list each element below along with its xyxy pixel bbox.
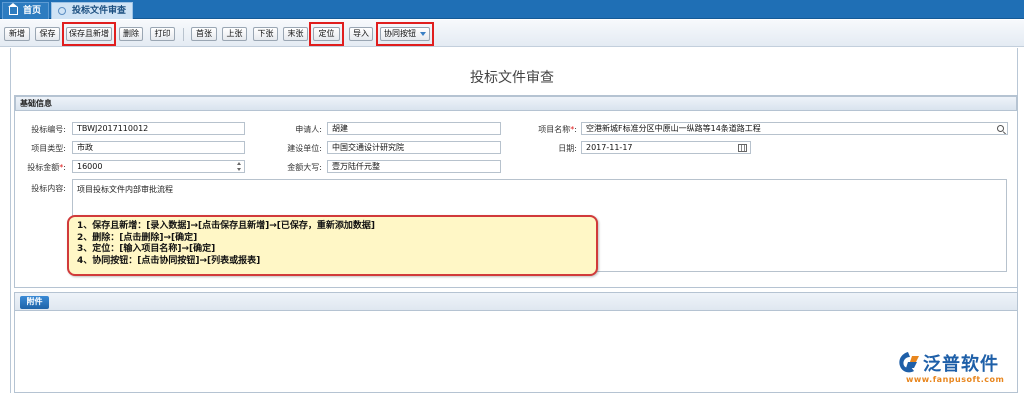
project-name-label-colon: : (574, 125, 577, 134)
home-icon (8, 3, 18, 15)
project-type-field[interactable]: 市政 (72, 141, 245, 154)
amount-upper-field[interactable]: 壹万陆仟元整 (327, 160, 501, 173)
tab-home-label: 首页 (23, 6, 42, 16)
amount-value: 16000 (77, 162, 103, 171)
project-name-label-text: 项目名称 (538, 125, 571, 134)
save-button[interactable]: 保存 (35, 27, 60, 41)
save-and-new-button[interactable]: 保存且新增 (66, 27, 112, 41)
collab-button-label: 协同按钮 (384, 29, 416, 38)
date-field[interactable]: 2017-11-17 (581, 141, 751, 154)
bid-no-label: 投标编号: (31, 125, 66, 134)
fanpu-logo: 泛普软件 www.fanpusoft.com (893, 349, 1018, 389)
basic-info-header: 基础信息 (15, 96, 1017, 111)
collab-dropdown-button[interactable]: 协同按钮 (380, 27, 430, 41)
attachments-header: 附件 (15, 293, 1017, 311)
import-button[interactable]: 导入 (349, 27, 373, 41)
amount-upper-label: 金额大写: (287, 163, 322, 172)
bid-no-field[interactable]: TBWJ2017110012 (72, 122, 245, 135)
tab-bid-review[interactable]: 投标文件审查 (51, 2, 133, 19)
builder-field[interactable]: 中国交通设计研究院 (327, 141, 501, 154)
amount-field[interactable]: 16000 (72, 160, 245, 173)
new-button[interactable]: 新增 (4, 27, 30, 41)
content-label: 投标内容: (31, 184, 66, 193)
applicant-field[interactable]: 胡建 (327, 122, 501, 135)
search-icon[interactable] (997, 125, 1004, 132)
next-record-button[interactable]: 下张 (253, 27, 278, 41)
toolbar: 新增 保存 保存且新增 删除 打印 首张 上张 下张 末张 定位 导入 协同按钮 (0, 20, 1024, 47)
amount-label: 投标金额*: (18, 162, 66, 173)
project-name-label: 项目名称*: (527, 124, 577, 135)
tab-home[interactable]: 首页 (2, 2, 49, 19)
locate-button[interactable]: 定位 (313, 27, 340, 41)
instruction-line-4: 4、协同按钮：[点击协同按钮]→[列表或报表] (77, 255, 261, 266)
instruction-line-3: 3、定位：[输入项目名称]→[确定] (77, 244, 216, 254)
print-button[interactable]: 打印 (150, 27, 175, 41)
logo-url: www.fanpusoft.com (906, 375, 1005, 384)
project-name-field[interactable]: 空港新城F标准分区中原山一纵路等14条道路工程 (581, 122, 1008, 135)
amount-label-text: 投标金额 (27, 163, 60, 172)
builder-label: 建设单位: (287, 144, 322, 153)
date-label: 日期: (558, 144, 577, 153)
last-record-button[interactable]: 末张 (283, 27, 308, 41)
instruction-line-2: 2、删除：[点击删除]→[确定] (77, 232, 198, 243)
applicant-label: 申请人: (295, 125, 322, 134)
page-title: 投标文件审查 (470, 70, 554, 86)
instruction-line-1: 1、保存且新增：[录入数据]→[点击保存且新增]→[已保存，重新添加数据] (77, 221, 376, 231)
logo-name: 泛普软件 (923, 354, 999, 375)
date-value: 2017-11-17 (586, 143, 633, 152)
amount-label-colon: : (63, 163, 66, 172)
toolbar-divider (183, 28, 184, 41)
prev-record-button[interactable]: 上张 (222, 27, 247, 41)
calendar-icon[interactable] (738, 144, 747, 152)
project-name-value: 空港新城F标准分区中原山一纵路等14条道路工程 (586, 124, 761, 133)
first-record-button[interactable]: 首张 (191, 27, 217, 41)
attachments-button[interactable]: 附件 (20, 296, 49, 309)
tab-bar: 首页 投标文件审查 (0, 0, 1024, 19)
delete-button[interactable]: 删除 (119, 27, 143, 41)
attachments-section: 附件 (14, 292, 1018, 393)
tab-bid-review-label: 投标文件审查 (72, 6, 127, 16)
instruction-callout: 1、保存且新增：[录入数据]→[点击保存且新增]→[已保存，重新添加数据] 2、… (67, 215, 598, 276)
project-type-label: 项目类型: (31, 144, 66, 153)
chevron-down-icon (420, 32, 426, 36)
page-icon (58, 7, 66, 15)
stepper-icon[interactable] (237, 162, 242, 171)
logo-icon (899, 352, 919, 373)
